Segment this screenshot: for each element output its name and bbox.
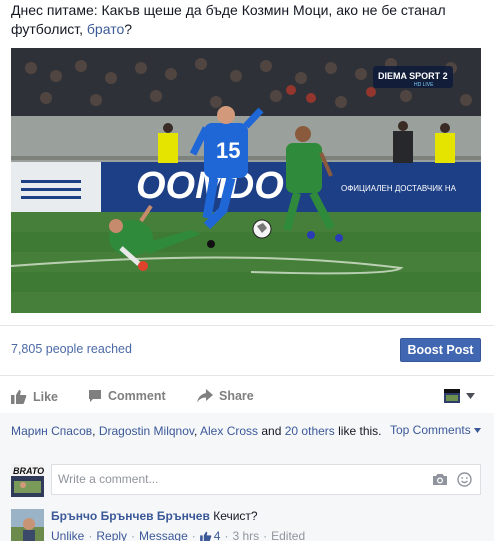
people-reached[interactable]: 7,805 people reached xyxy=(11,342,132,356)
share-button[interactable]: Share xyxy=(197,389,254,403)
comment-button[interactable]: Comment xyxy=(88,389,166,403)
liker-link-3[interactable]: Alex Cross xyxy=(200,424,258,438)
video-banner-text-right: ОФИЦИАЛЕН ДОСТАВЧИК НА xyxy=(341,184,457,193)
likes-others-link[interactable]: 20 others xyxy=(285,424,335,438)
dot-separator: · xyxy=(88,529,93,541)
thumbs-up-icon xyxy=(11,390,27,404)
comment-text: Кечист? xyxy=(213,509,258,523)
post-hashtag-link[interactable]: брато xyxy=(87,21,124,37)
top-comments-label: Top Comments xyxy=(390,423,471,437)
video-channel-logo: DIEMA SPORT 2 HD LIVE xyxy=(373,66,453,88)
commenter-avatar[interactable] xyxy=(11,509,44,541)
comment-likes-count[interactable]: 4 xyxy=(214,529,221,541)
likes-summary: Марин Спасов, Dragostin Milqnov, Alex Cr… xyxy=(11,423,391,439)
emoji-icon[interactable] xyxy=(457,472,472,487)
comment-body: Брънчо Брънчев Брънчев Кечист? xyxy=(51,509,258,523)
like-button[interactable]: Like xyxy=(11,389,58,404)
boost-post-button[interactable]: Boost Post xyxy=(400,338,481,362)
top-comments-dropdown[interactable]: Top Comments xyxy=(390,423,481,437)
comment-meta: Unlike · Reply · Message · 4 · 3 hrs · E… xyxy=(51,529,305,541)
post-actions: Like Comment Share xyxy=(0,382,494,410)
separator: , xyxy=(92,424,99,438)
comment-edited[interactable]: Edited xyxy=(271,529,305,541)
comment-input-placeholder: Write a comment... xyxy=(58,472,159,486)
share-icon xyxy=(197,389,213,403)
reply-link[interactable]: Reply xyxy=(96,529,127,541)
video-frame: OOMDO ОФИЦИАЛЕН ДОСТАВЧИК НА 15 xyxy=(11,48,481,313)
post-text-end: ? xyxy=(124,21,133,37)
post-text-body: Днес питаме: Какъв щеше да бъде Козмин М… xyxy=(11,2,446,37)
likes-and: and xyxy=(261,424,282,438)
user-avatar[interactable]: BRATO xyxy=(11,464,44,497)
liker-link-1[interactable]: Марин Спасов xyxy=(11,424,92,438)
svg-text:HD LIVE: HD LIVE xyxy=(414,82,434,88)
comment-likes[interactable]: 4 xyxy=(199,529,221,541)
dot-separator: · xyxy=(191,529,196,541)
chevron-down-icon xyxy=(466,393,475,399)
avatar-image: BRATO xyxy=(11,464,44,497)
divider xyxy=(0,325,494,326)
dot-separator: · xyxy=(224,529,229,541)
post-video[interactable]: OOMDO ОФИЦИАЛЕН ДОСТАВЧИК НА 15 xyxy=(11,48,481,313)
liker-link-2[interactable]: Dragostin Milqnov xyxy=(99,424,194,438)
page-avatar-icon xyxy=(444,389,460,403)
unlike-link[interactable]: Unlike xyxy=(51,529,84,541)
divider xyxy=(0,375,494,376)
comment-author-link[interactable]: Брънчо Брънчев Брънчев xyxy=(51,509,210,523)
avatar-image xyxy=(11,509,44,541)
svg-text:15: 15 xyxy=(216,138,240,163)
post-as-selector[interactable] xyxy=(444,389,475,403)
share-label: Share xyxy=(219,389,254,403)
svg-text:DIEMA SPORT 2: DIEMA SPORT 2 xyxy=(378,71,448,81)
thumbs-up-icon xyxy=(199,531,212,541)
like-label: Like xyxy=(33,389,59,404)
comment-icon xyxy=(89,390,101,402)
post-text: Днес питаме: Какъв щеше да бъде Козмин М… xyxy=(11,1,481,39)
message-link[interactable]: Message xyxy=(139,529,188,541)
comment-label: Comment xyxy=(108,389,166,403)
chevron-down-icon xyxy=(473,427,481,433)
svg-text:BRATO: BRATO xyxy=(13,466,44,476)
dot-separator: · xyxy=(263,529,268,541)
likes-suffix: like this. xyxy=(338,424,382,438)
comment-input[interactable]: Write a comment... xyxy=(51,464,481,495)
comment-time[interactable]: 3 hrs xyxy=(232,529,259,541)
dot-separator: · xyxy=(131,529,136,541)
comments-section: Марин Спасов, Dragostin Milqnov, Alex Cr… xyxy=(0,413,494,541)
camera-icon[interactable] xyxy=(432,473,448,486)
